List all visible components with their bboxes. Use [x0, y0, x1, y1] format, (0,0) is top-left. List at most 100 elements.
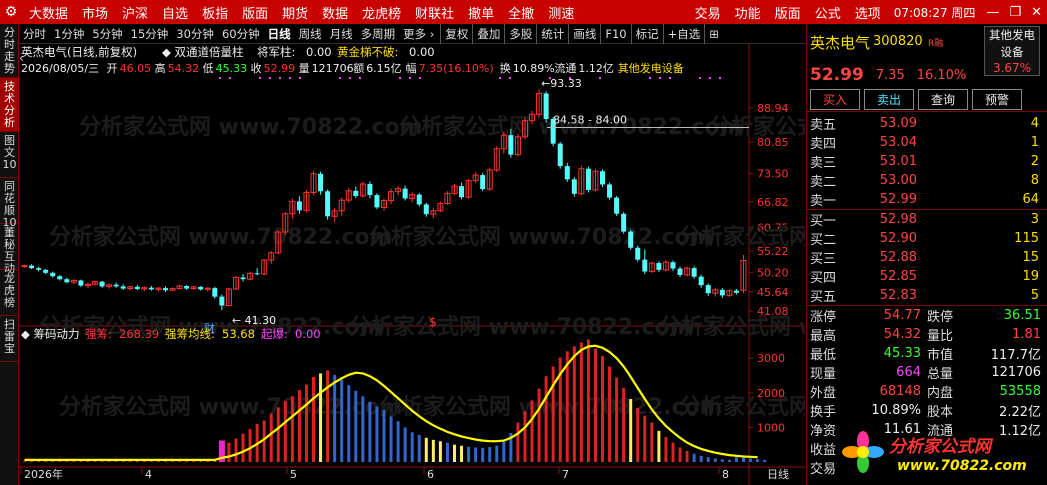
ask-label: 卖四	[810, 137, 837, 152]
period-tab-7[interactable]: 周线	[295, 24, 326, 44]
time-label: 4	[145, 468, 152, 481]
period-tab-9[interactable]: 多周期	[357, 24, 400, 44]
menu-item-1[interactable]: 市场	[75, 3, 115, 22]
ask-row-1: 卖四 53.04 1	[807, 133, 1047, 152]
app-logo-icon[interactable]: ⚙	[0, 0, 22, 24]
tool-button-7[interactable]: +自选	[662, 23, 705, 44]
signal-dot	[399, 77, 401, 79]
stat-label: 股本	[927, 405, 954, 420]
stat-row-3: 现量 664 总量 121706	[807, 363, 1047, 382]
period-tab-8[interactable]: 月线	[326, 24, 357, 44]
left-tab-0[interactable]: 分时走势	[0, 24, 19, 78]
period-tab-10[interactable]: 更多 ›	[399, 24, 438, 44]
menu-item-8[interactable]: 龙虎榜	[355, 3, 408, 22]
bid-volume: 115	[1014, 231, 1039, 246]
menu-item-4[interactable]: 板指	[195, 3, 235, 22]
candle-body	[635, 247, 641, 260]
sector-box[interactable]: 其他发电设备 3.67%	[984, 26, 1040, 76]
tool-button-8[interactable]: ⊞	[704, 23, 723, 44]
minimize-icon[interactable]: —	[981, 5, 1004, 20]
menu-right-item-1[interactable]: 功能	[728, 3, 768, 22]
trade-button-0[interactable]: 买入	[810, 89, 860, 110]
tool-button-4[interactable]: 画线	[568, 23, 600, 44]
ind-bar	[86, 460, 90, 462]
signal-dot	[339, 77, 341, 79]
menu-item-7[interactable]: 数据	[315, 3, 355, 22]
trade-button-3[interactable]: 预警	[972, 89, 1022, 110]
ind-bar	[608, 366, 612, 462]
bid-row-1: 买二 52.90 115	[807, 229, 1047, 248]
indicator2-value: 0.00	[295, 327, 321, 341]
ind-bar	[23, 460, 27, 462]
ask-volume: 1	[1030, 135, 1039, 150]
menu-item-3[interactable]: 自选	[155, 3, 195, 22]
signal-dot	[549, 77, 551, 79]
menu-item-11[interactable]: 全撤	[501, 3, 541, 22]
period-tab-6[interactable]: 日线	[264, 24, 295, 44]
left-tab-2[interactable]: 图文10	[0, 132, 19, 178]
stat-label: 内盘	[927, 386, 954, 401]
stat-row-5: 换手 10.89% 股本 2.22亿	[807, 401, 1047, 420]
menu-right-item-2[interactable]: 版面	[768, 3, 808, 22]
candle-body	[607, 184, 613, 198]
tool-button-6[interactable]: 标记	[630, 23, 663, 44]
menu-right-item-4[interactable]: 选项	[848, 3, 888, 22]
period-tab-4[interactable]: 30分钟	[172, 24, 218, 44]
candle-body	[459, 186, 465, 198]
tool-button-0[interactable]: 复权	[440, 23, 472, 44]
tool-button-5[interactable]: F10	[600, 23, 630, 44]
stat-value: 10.89%	[871, 403, 921, 418]
stat-value: 121706	[991, 365, 1041, 380]
left-tab-1[interactable]: 技术分析	[0, 78, 19, 132]
ind-bar	[741, 457, 745, 462]
turnover-label: 换	[500, 61, 511, 75]
ind-bar	[445, 442, 449, 462]
period-tab-2[interactable]: 5分钟	[88, 24, 126, 44]
period-tab-0[interactable]: 分时	[19, 24, 50, 44]
left-tab-6[interactable]: 扫雷宝	[0, 316, 19, 362]
watermark-text: 分析家公式网 www.70822.com	[369, 224, 713, 250]
period-tab-3[interactable]: 15分钟	[127, 24, 173, 44]
ask-label: 卖五	[810, 118, 837, 133]
menu-item-5[interactable]: 版面	[235, 3, 275, 22]
menu-item-12[interactable]: 测速	[541, 3, 581, 22]
left-tab-5[interactable]: 龙虎榜	[0, 270, 19, 316]
bid-price: 52.88	[879, 250, 917, 265]
ind-bar	[389, 416, 393, 462]
restore-icon[interactable]: ❐	[1004, 5, 1026, 20]
candle-body	[543, 93, 549, 119]
tool-button-3[interactable]: 统计	[536, 23, 568, 44]
ind-bar	[523, 411, 527, 462]
kline-chart[interactable]: 英杰电气(日线,前复权) ◆ 双通道倍量柱 将军柱: 0.00 黄金梯不破: 0.00 20…	[19, 44, 805, 485]
left-tab-3[interactable]: 同花顺10	[0, 178, 19, 229]
trade-button-2[interactable]: 查询	[918, 89, 968, 110]
period-tab-5[interactable]: 60分钟	[218, 24, 264, 44]
period-tab-1[interactable]: 1分钟	[50, 24, 88, 44]
signal-dot	[499, 77, 501, 79]
signal-dot	[409, 77, 411, 79]
menu-right-item-3[interactable]: 公式	[808, 3, 848, 22]
stat-label: 最低	[810, 348, 837, 363]
tool-button-2[interactable]: 多股	[504, 23, 536, 44]
candle-body	[198, 286, 204, 290]
bid-price: 52.90	[879, 231, 917, 246]
close-icon[interactable]: ✕	[1026, 5, 1047, 20]
change-value: 7.35(16.10%)	[419, 62, 494, 75]
menu-item-6[interactable]: 期货	[275, 3, 315, 22]
tool-button-1[interactable]: 叠加	[472, 23, 504, 44]
menu-item-10[interactable]: 撤单	[461, 3, 501, 22]
stat-row-1: 最高 54.32 量比 1.81	[807, 325, 1047, 344]
left-tab-4[interactable]: 董秘互动	[0, 224, 19, 275]
candle-body	[677, 268, 683, 275]
period-label: 日线	[767, 467, 789, 481]
menu-item-0[interactable]: 大数据	[22, 3, 75, 22]
trade-button-1[interactable]: 卖出	[864, 89, 914, 110]
menu-right-item-0[interactable]: 交易	[688, 3, 728, 22]
menu-item-2[interactable]: 沪深	[115, 3, 155, 22]
menu-bar: ⚙ 大数据 市场 沪深 自选 板指 版面 期货 数据 龙虎榜 财联社 撤单 全撤 测速 交易 功能 版面 公式…	[0, 0, 1047, 24]
ind-bar	[664, 437, 668, 462]
menu-item-9[interactable]: 财联社	[408, 3, 461, 22]
stat-label: 收益	[810, 443, 837, 458]
candle-body	[557, 143, 563, 167]
ind-bar	[593, 348, 597, 462]
